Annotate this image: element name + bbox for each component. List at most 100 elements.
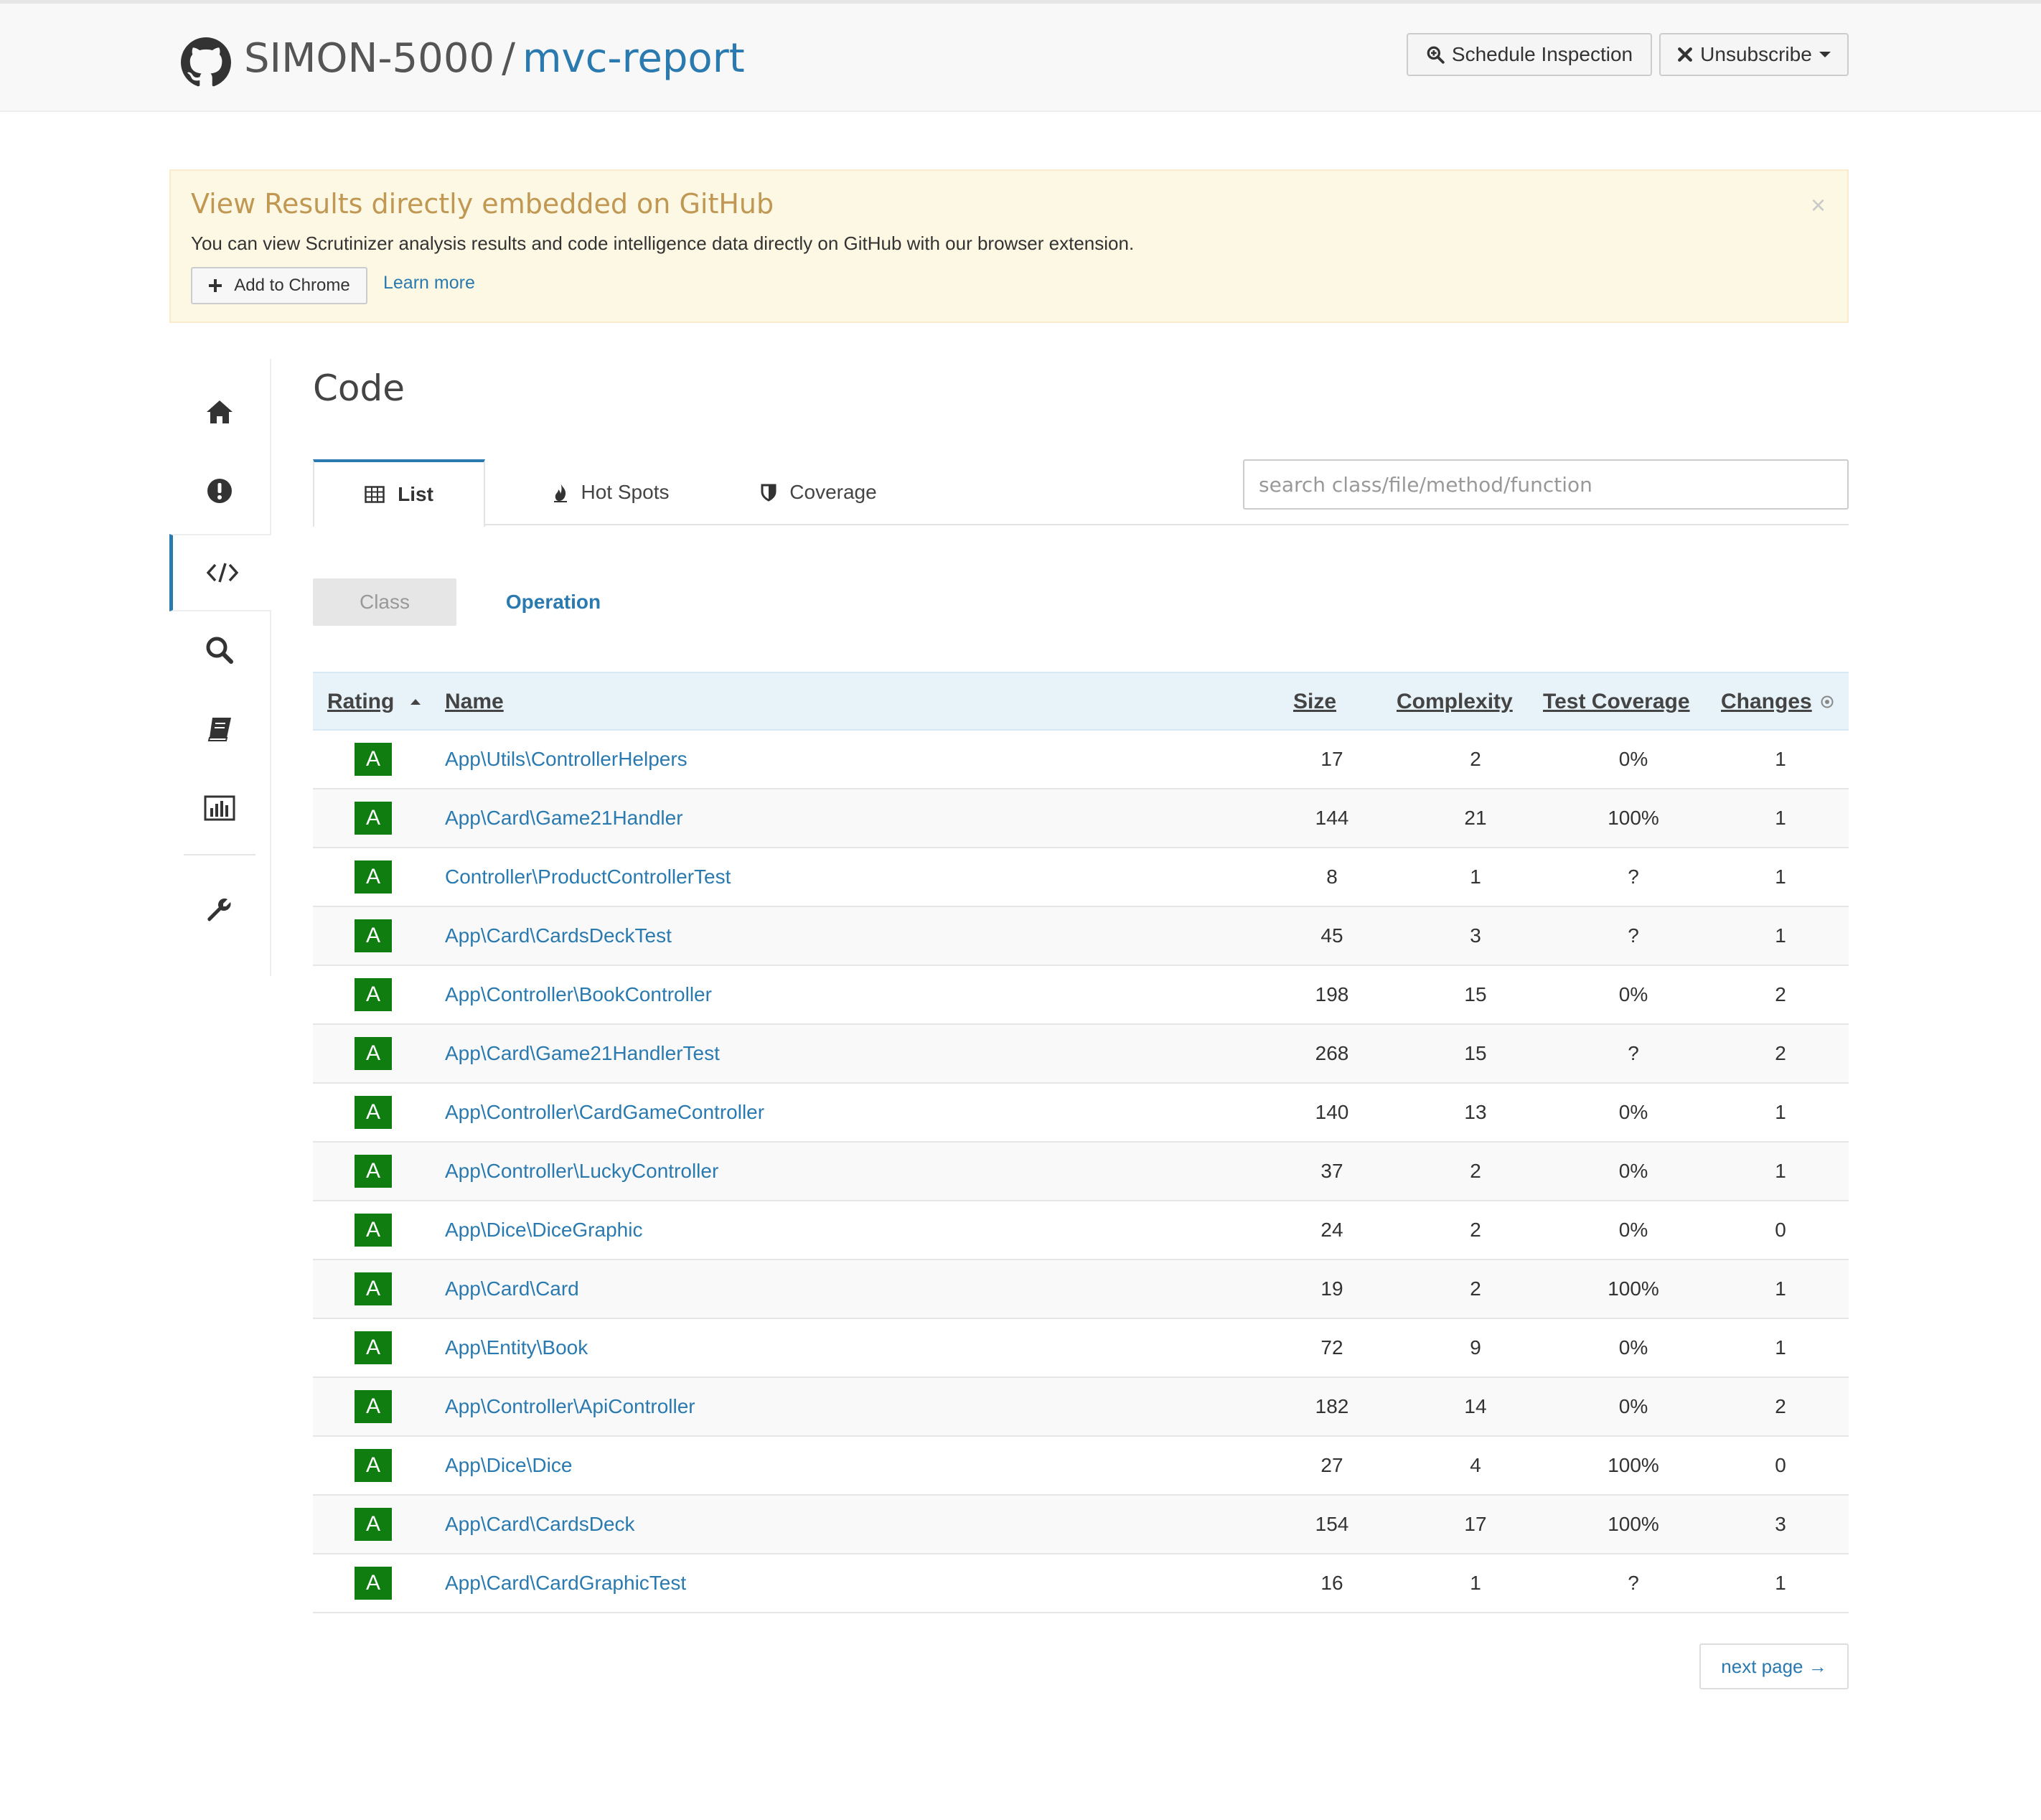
alert-close-icon[interactable]: × — [1811, 192, 1826, 218]
rating-badge: A — [355, 1214, 392, 1247]
sort-asc-icon — [410, 699, 421, 705]
home-icon — [207, 400, 233, 423]
class-name-link[interactable]: App\Controller\BookController — [445, 966, 1306, 1023]
alert-text: You can view Scrutinizer analysis result… — [191, 233, 1135, 254]
learn-more-link[interactable]: Learn more — [383, 273, 475, 294]
zoom-in-icon — [1427, 46, 1445, 64]
sidebar-item-settings[interactable] — [169, 871, 270, 949]
class-name-link[interactable]: App\Dice\Dice — [445, 1437, 1306, 1494]
rating-badge: A — [355, 860, 392, 893]
header-test-coverage-label: Test Coverage — [1543, 690, 1690, 713]
class-name-link[interactable]: App\Card\CardsDeckTest — [445, 907, 1306, 965]
tab-list-label: List — [398, 483, 433, 505]
chart-icon — [204, 795, 235, 821]
table-row[interactable]: A App\Dice\Dice 27 4 100% 0 — [313, 1437, 1849, 1496]
changes-cell: 1 — [1775, 1572, 1786, 1594]
plus-icon — [209, 279, 222, 292]
close-icon — [1678, 47, 1693, 62]
sidebar-item-statistics[interactable] — [169, 769, 270, 847]
class-name-link[interactable]: App\Controller\CardGameController — [445, 1084, 1306, 1141]
complexity-cell: 2 — [1470, 748, 1481, 770]
add-to-chrome-label: Add to Chrome — [234, 276, 350, 295]
repo-name-link[interactable]: mvc-report — [522, 35, 745, 82]
header-test-coverage[interactable]: Test Coverage — [1543, 673, 1690, 731]
class-name-link[interactable]: Controller\ProductControllerTest — [445, 848, 1306, 906]
next-page-button[interactable]: next page → — [1699, 1643, 1849, 1689]
table-row[interactable]: A App\Entity\Book 72 9 0% 1 — [313, 1319, 1849, 1378]
class-name-link[interactable]: App\Dice\DiceGraphic — [445, 1201, 1306, 1259]
class-name-link[interactable]: App\Utils\ControllerHelpers — [445, 731, 1306, 788]
changes-cell: 1 — [1775, 748, 1786, 770]
header-rating[interactable]: Rating — [327, 673, 421, 731]
class-name-link[interactable]: App\Card\CardsDeck — [445, 1496, 1306, 1553]
search-input[interactable] — [1243, 459, 1849, 510]
rating-badge: A — [355, 1096, 392, 1129]
complexity-cell: 2 — [1470, 1160, 1481, 1182]
test-coverage-cell: ? — [1628, 866, 1639, 888]
rating-badge: A — [355, 1449, 392, 1482]
table-row[interactable]: A App\Card\CardGraphicTest 16 1? 1 — [313, 1554, 1849, 1613]
tab-list[interactable]: List — [313, 459, 485, 527]
table-row[interactable]: A App\Card\Card 19 2 100% 1 — [313, 1260, 1849, 1319]
class-name-link[interactable]: App\Card\Game21Handler — [445, 789, 1306, 847]
class-name-link[interactable]: App\Controller\ApiController — [445, 1378, 1306, 1435]
class-name-link[interactable]: App\Card\CardGraphicTest — [445, 1554, 1306, 1612]
header-size[interactable]: Size — [1293, 673, 1336, 731]
table-row[interactable]: A App\Card\CardsDeckTest 45 3? 1 — [313, 907, 1849, 966]
subtab-operation[interactable]: Operation — [478, 578, 629, 626]
test-coverage-cell: ? — [1628, 1042, 1639, 1064]
header-name[interactable]: Name — [445, 673, 504, 731]
class-name-link[interactable]: App\Controller\LuckyController — [445, 1143, 1306, 1200]
fire-icon — [553, 483, 567, 502]
add-to-chrome-button[interactable]: Add to Chrome — [191, 267, 367, 304]
sidebar-item-search[interactable] — [169, 611, 270, 689]
tab-hot-spots[interactable]: Hot Spots — [528, 459, 693, 525]
class-name-link[interactable]: App\Entity\Book — [445, 1319, 1306, 1376]
rating-cell: A — [355, 1554, 392, 1612]
repo-owner-link[interactable]: SIMON-5000 — [244, 35, 494, 82]
rating-badge: A — [355, 978, 392, 1011]
table-row[interactable]: A App\Utils\ControllerHelpers 17 2 0% 1 — [313, 731, 1849, 789]
sidebar-item-code[interactable] — [169, 534, 271, 611]
rating-cell: A — [355, 966, 392, 1023]
table-row[interactable]: A Controller\ProductControllerTest 8 1? 1 — [313, 848, 1849, 907]
table-row[interactable]: A App\Controller\BookController 198 15 0% 2 — [313, 966, 1849, 1025]
class-name-link[interactable]: App\Card\Game21HandlerTest — [445, 1025, 1306, 1082]
unsubscribe-label: Unsubscribe — [1700, 43, 1812, 65]
sidebar-item-docs[interactable] — [169, 690, 270, 768]
header-changes[interactable]: Changes — [1721, 673, 1834, 731]
table-row[interactable]: A App\Card\Game21HandlerTest 268 15? 2 — [313, 1025, 1849, 1084]
subtab-class[interactable]: Class — [313, 578, 456, 626]
header-complexity[interactable]: Complexity — [1397, 673, 1513, 731]
info-icon[interactable] — [1821, 695, 1834, 708]
table-icon — [365, 486, 385, 503]
table-body: A App\Utils\ControllerHelpers 17 2 0% 1 A App\C… — [313, 731, 1849, 1613]
table-row[interactable]: A App\Controller\ApiController 182 14 0% 2 — [313, 1378, 1849, 1437]
table-row[interactable]: A App\Controller\CardGameController 140 13 0… — [313, 1084, 1849, 1143]
search-icon — [206, 637, 233, 664]
table-row[interactable]: A App\Controller\LuckyController 37 2 0% 1 — [313, 1143, 1849, 1201]
table-row[interactable]: A App\Dice\DiceGraphic 24 2 0% 0 — [313, 1201, 1849, 1260]
changes-cell: 2 — [1775, 1042, 1786, 1064]
issues-icon — [207, 479, 232, 503]
changes-cell: 1 — [1775, 1277, 1786, 1300]
table-row[interactable]: A App\Card\CardsDeck 154 17 100% 3 — [313, 1496, 1849, 1554]
class-name-link[interactable]: App\Card\Card — [445, 1260, 1306, 1318]
unsubscribe-button[interactable]: Unsubscribe — [1659, 33, 1849, 76]
table-row[interactable]: A App\Card\Game21Handler 144 21 100% 1 — [313, 789, 1849, 848]
schedule-inspection-button[interactable]: Schedule Inspection — [1407, 33, 1652, 76]
tab-coverage-label: Coverage — [789, 481, 877, 503]
code-table: Rating Name Size Complexity Test Coverag… — [313, 672, 1849, 1613]
rating-badge: A — [355, 1567, 392, 1600]
sidebar-item-issues[interactable] — [169, 452, 270, 530]
sidebar-nav — [169, 359, 271, 976]
rating-cell: A — [355, 789, 392, 847]
rating-badge: A — [355, 743, 392, 776]
caret-down-icon — [1819, 52, 1831, 57]
rating-badge: A — [355, 919, 392, 952]
sidebar-item-home[interactable] — [169, 373, 270, 451]
tab-coverage[interactable]: Coverage — [736, 459, 901, 525]
changes-cell: 1 — [1775, 924, 1786, 947]
changes-cell: 1 — [1775, 1336, 1786, 1359]
test-coverage-cell: 0% — [1618, 1336, 1648, 1359]
